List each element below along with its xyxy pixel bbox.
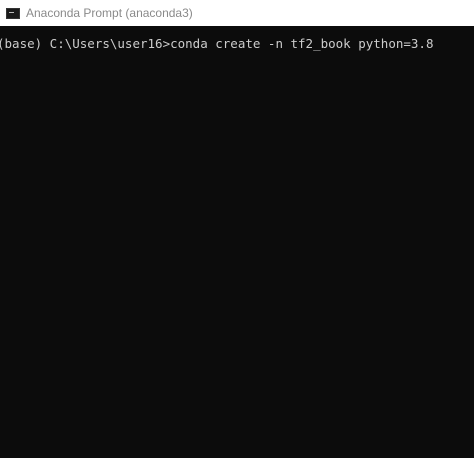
console-window: Anaconda Prompt (anaconda3) (base) C:\Us… xyxy=(0,0,474,458)
window-title: Anaconda Prompt (anaconda3) xyxy=(26,6,193,20)
title-bar[interactable]: Anaconda Prompt (anaconda3) xyxy=(0,0,474,26)
terminal-icon xyxy=(6,7,20,19)
console-area[interactable]: (base) C:\Users\user16>conda create -n t… xyxy=(0,26,474,458)
console-line: (base) C:\Users\user16>conda create -n t… xyxy=(0,36,434,51)
